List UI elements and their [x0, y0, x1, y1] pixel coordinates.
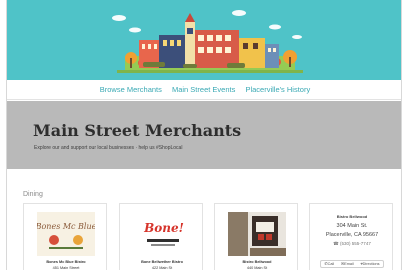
main-nav: Browse Merchants Main Street Events Plac…	[7, 80, 401, 100]
merchant-logo-text: Bones Mc Blue	[37, 222, 95, 231]
merchant-contact-card: Bistro Bellwood 304 Main St. Placerville…	[309, 203, 393, 270]
page-title: Main Street Merchants	[33, 121, 242, 140]
section-title-dining: Dining	[23, 191, 43, 198]
merchant-name: Bistro Bellwood	[242, 260, 272, 264]
merchant-address: 451 Main Street	[52, 266, 80, 270]
contact-phone[interactable]: ☎ (530) 555-7747	[310, 241, 394, 247]
merchant-logo-text: Bone!	[143, 221, 184, 235]
contact-street: 304 Main St.	[336, 223, 368, 229]
merchant-address: 440 Main St	[246, 266, 268, 270]
phone-icon: ☎	[333, 241, 339, 246]
email-button[interactable]: ✉Email	[341, 261, 354, 267]
merchant-logo: Bones Mc Blue	[35, 212, 97, 256]
call-button[interactable]: ✆Call	[324, 261, 334, 267]
page-banner: Main Street Merchants Explore our and su…	[7, 101, 401, 169]
contact-city: Placerville, CA 95667	[325, 232, 379, 238]
merchant-name: Bone Bellwether Bistro	[141, 260, 183, 264]
merchant-logo: Bone!	[133, 212, 191, 256]
hero-illustration	[7, 0, 401, 80]
nav-link-placerville-history[interactable]: Placerville's History	[245, 85, 310, 94]
directions-button[interactable]: ⌖Directions	[361, 261, 380, 267]
merchant-card[interactable]: Bone! Bone Bellwether Bistro 422 Main St	[119, 203, 203, 270]
contact-name: Bistro Bellwood	[336, 214, 368, 219]
page-subtitle: Explore our and support our local busine…	[34, 145, 183, 151]
nav-link-main-street-events[interactable]: Main Street Events	[172, 85, 235, 94]
contact-actions: ✆Call ✉Email ⌖Directions	[320, 260, 384, 268]
merchant-card[interactable]: Bistro Bellwood 440 Main St	[214, 203, 298, 270]
merchant-photo	[228, 212, 286, 256]
merchant-name: Bones Mc Blue Bistro	[46, 260, 86, 264]
nav-link-browse-merchants[interactable]: Browse Merchants	[100, 85, 162, 94]
merchant-card[interactable]: Bones Mc Blue Bones Mc Blue Bistro 451 M…	[23, 203, 107, 270]
contact-phone-number: (530) 555-7747	[340, 241, 371, 246]
page-frame: Browse Merchants Main Street Events Plac…	[6, 0, 402, 270]
merchant-address: 422 Main St	[151, 266, 173, 270]
